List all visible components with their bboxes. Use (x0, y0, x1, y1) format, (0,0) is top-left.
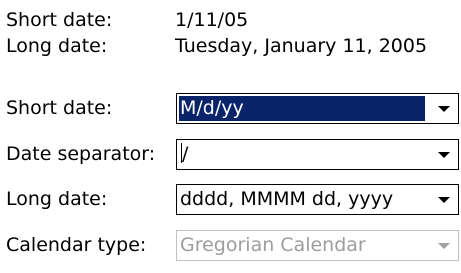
long-date-label: Long date: (6, 188, 108, 210)
short-date-dropdown[interactable]: M/d/yy (176, 93, 459, 124)
long-date-dropdown[interactable]: dddd, MMMM dd, yyyy (176, 184, 459, 215)
date-separator-dropdown[interactable]: / (176, 139, 459, 170)
calendar-type-value: Gregorian Calendar (180, 234, 366, 256)
dropdown-arrow-icon[interactable] (432, 142, 456, 167)
date-separator-label: Date separator: (6, 143, 156, 165)
dropdown-arrow-icon[interactable] (432, 96, 456, 121)
short-date-value[interactable]: M/d/yy (179, 96, 425, 121)
short-date-preview-label: Short date: (6, 9, 113, 31)
short-date-label: Short date: (6, 97, 113, 119)
date-separator-input[interactable]: / (179, 142, 191, 167)
calendar-type-dropdown: Gregorian Calendar (176, 230, 459, 261)
long-date-value[interactable]: dddd, MMMM dd, yyyy (179, 187, 396, 212)
short-date-preview-value: 1/11/05 (175, 9, 249, 31)
dropdown-arrow-icon[interactable] (432, 187, 456, 212)
calendar-type-label: Calendar type: (6, 234, 147, 256)
long-date-preview-value: Tuesday, January 11, 2005 (175, 35, 428, 57)
long-date-preview-label: Long date: (6, 35, 108, 57)
date-separator-value: / (182, 143, 189, 165)
dropdown-arrow-icon (432, 233, 456, 258)
